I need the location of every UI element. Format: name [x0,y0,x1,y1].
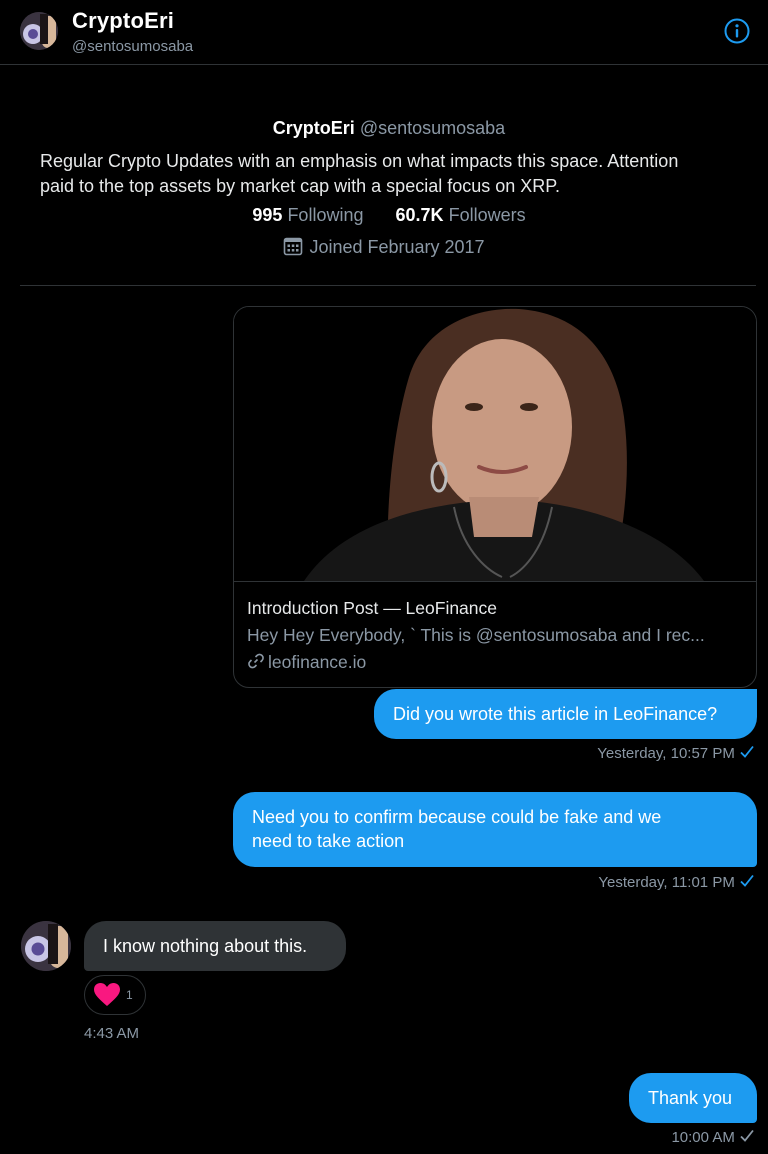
profile-stats: 995 Following 60.7K Followers [0,205,768,226]
header-avatar[interactable] [20,12,58,50]
checkmark-icon [739,873,755,893]
link-preview-card[interactable]: Introduction Post — LeoFinance Hey Hey E… [233,306,757,688]
calendar-icon [283,236,303,261]
message-text-line-1: Need you to confirm because could be fak… [252,807,662,827]
link-card-domain: leofinance.io [268,652,367,672]
header-display-name: CryptoEri [72,8,175,33]
followers-label: Followers [448,205,526,225]
message-timestamp-4: 10:00 AM [560,1128,755,1148]
message-text: I know nothing about this. [103,936,308,956]
followers-count: 60.7K [395,205,444,225]
info-icon[interactable] [724,18,750,44]
link-preview-image [234,307,756,582]
joined-row: Joined February 2017 [0,236,768,261]
timestamp-text: Yesterday, 11:01 PM [598,874,735,891]
header-handle: @sentosumosaba [72,38,194,55]
message-incoming-1[interactable]: I know nothing about this. [84,921,346,971]
checkmark-icon [739,744,755,764]
link-card-domain-row: leofinance.io [247,652,366,675]
profile-handle: @sentosumosaba [359,118,506,138]
message-text: Did you wrote this article in LeoFinance… [393,704,718,724]
reaction-count: 1 [126,988,133,1002]
link-icon [247,652,265,675]
bio-line-1: Regular Crypto Updates with an emphasis … [40,151,679,171]
checkmark-icon [739,1128,755,1148]
following-count: 995 [252,205,283,225]
message-timestamp-2: Yesterday, 11:01 PM [500,873,755,893]
message-timestamp-3: 4:43 AM [84,1025,140,1042]
link-card-description: Hey Hey Everybody, ` This is @sentosumos… [247,625,705,645]
heart-icon [93,982,121,1013]
timestamp-text: Yesterday, 10:57 PM [597,745,735,762]
message-text-line-2: need to take action [252,831,405,851]
header-divider [0,64,768,65]
message-text: Thank you [648,1088,733,1108]
message-outgoing-2[interactable]: Need you to confirm because could be fak… [233,792,757,867]
message-timestamp-1: Yesterday, 10:57 PM [500,744,755,764]
timestamp-text: 10:00 AM [671,1129,735,1146]
message-outgoing-3[interactable]: Thank you [629,1073,757,1123]
reaction-badge[interactable]: 1 [84,975,146,1015]
following-stat[interactable]: 995 Following [252,205,368,225]
profile-divider [20,285,756,286]
sender-avatar[interactable] [21,921,71,971]
bio-line-2: paid to the top assets by market cap wit… [40,176,560,196]
profile-name-row: CryptoEri @sentosumosaba [0,118,768,139]
link-card-title: Introduction Post — LeoFinance [247,598,498,618]
following-label: Following [287,205,364,225]
followers-stat[interactable]: 60.7K Followers [396,205,526,225]
joined-date: Joined February 2017 [309,237,485,257]
profile-bio: Regular Crypto Updates with an emphasis … [40,149,760,199]
profile-display-name[interactable]: CryptoEri [273,118,355,138]
message-outgoing-1[interactable]: Did you wrote this article in LeoFinance… [374,689,757,739]
